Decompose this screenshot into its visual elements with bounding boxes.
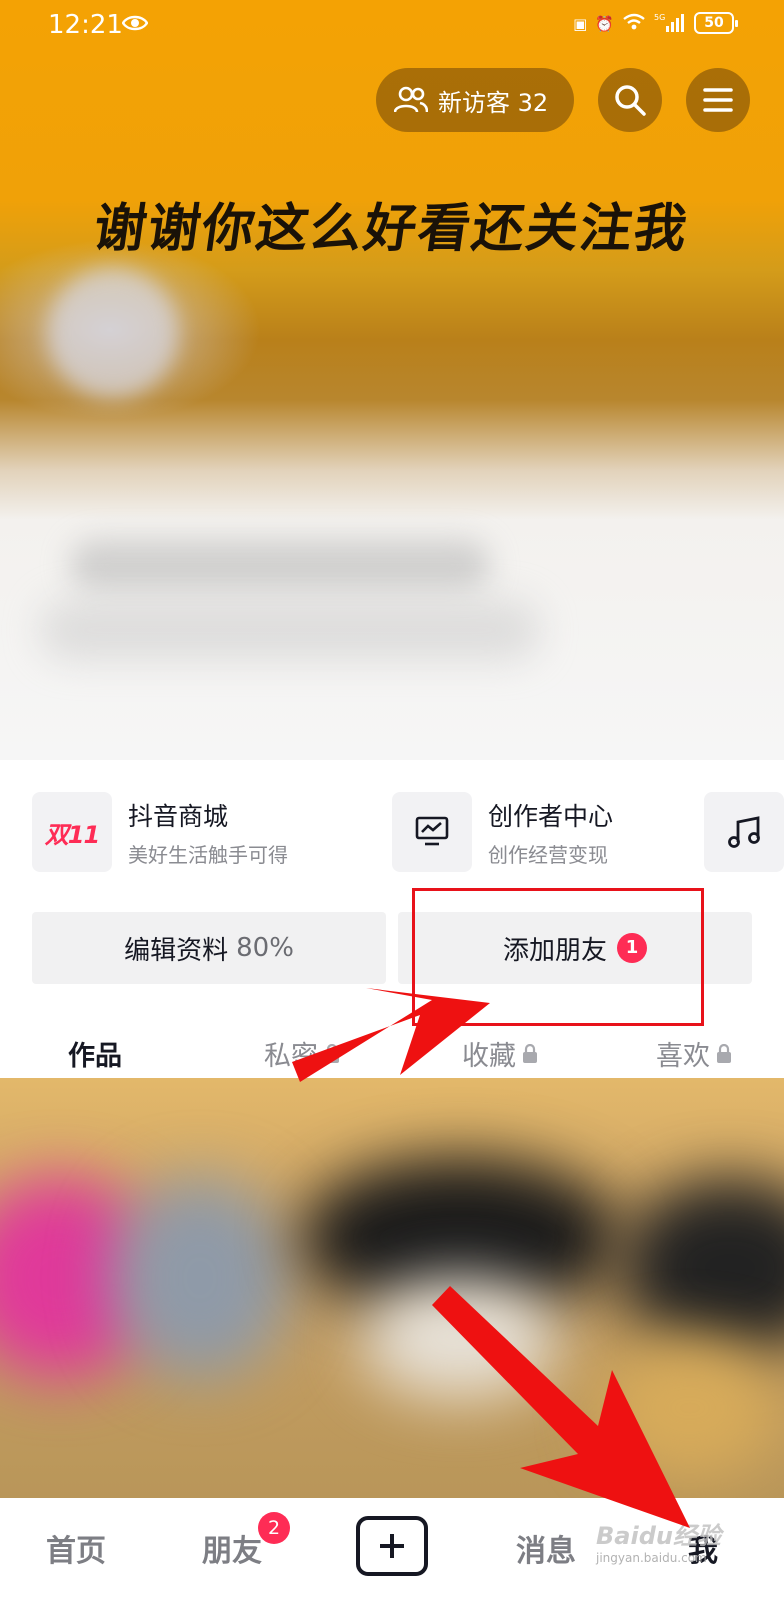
friends-badge: 2 bbox=[258, 1512, 290, 1544]
profile-tabs: 作品 私密 收藏 喜欢 bbox=[0, 1026, 784, 1080]
wifi-icon bbox=[622, 13, 646, 35]
tab-label: 喜欢 bbox=[656, 1041, 710, 1072]
tab-works[interactable]: 作品 bbox=[68, 1034, 122, 1073]
nav-messages[interactable]: 消息 bbox=[516, 1526, 576, 1570]
tab-likes[interactable]: 喜欢 bbox=[656, 1034, 732, 1073]
profile-header: 12:21 ▣ ⏰ 5G 50 新访客 32 谢谢你这么好看还关注我 bbox=[0, 0, 784, 760]
works-grid-blurred[interactable] bbox=[0, 1078, 784, 1498]
tab-label: 收藏 bbox=[462, 1041, 516, 1072]
nav-home[interactable]: 首页 bbox=[46, 1526, 106, 1570]
profile-bio-blurred bbox=[40, 600, 540, 660]
eye-icon bbox=[122, 15, 148, 31]
tab-private[interactable]: 私密 bbox=[264, 1034, 340, 1073]
shortcut-creator-center[interactable]: 创作者中心 创作经营变现 bbox=[392, 792, 613, 872]
shortcut-music[interactable] bbox=[704, 792, 784, 872]
edit-profile-label: 编辑资料 bbox=[124, 935, 229, 966]
battery-icon: 50 bbox=[694, 12, 738, 34]
shortcut-title: 创作者中心 bbox=[488, 801, 614, 831]
watermark-brand: Baidu经验 bbox=[596, 1522, 721, 1550]
visitor-label: 新访客 32 bbox=[438, 88, 549, 117]
search-button[interactable] bbox=[598, 68, 662, 132]
status-time: 12:21 bbox=[48, 10, 123, 40]
shortcut-title: 抖音商城 bbox=[128, 801, 229, 831]
signal-icon: 5G bbox=[654, 12, 684, 36]
visitors-icon bbox=[394, 86, 428, 113]
avatar[interactable] bbox=[48, 268, 178, 398]
hamburger-icon bbox=[703, 88, 733, 112]
shortcut-douyin-mall[interactable]: 双11 抖音商城 美好生活触手可得 bbox=[32, 792, 288, 872]
alarm-icon: ⏰ bbox=[595, 15, 614, 33]
annotation-highlight-box bbox=[412, 888, 704, 1026]
profile-info-blurred bbox=[70, 540, 490, 590]
svg-text:5G: 5G bbox=[654, 13, 665, 22]
plus-icon bbox=[380, 1534, 404, 1558]
tab-label: 私密 bbox=[264, 1041, 318, 1072]
new-visitors-button[interactable]: 新访客 32 bbox=[376, 68, 574, 132]
nfc-icon: ▣ bbox=[573, 15, 588, 33]
menu-button[interactable] bbox=[686, 68, 750, 132]
shortcut-subtitle: 创作经营变现 bbox=[488, 842, 608, 867]
baidu-watermark: Baidu经验 jingyan.baidu.com bbox=[596, 1516, 721, 1565]
music-note-icon bbox=[704, 792, 784, 872]
profile-completion: 80% bbox=[236, 933, 294, 963]
lock-icon bbox=[523, 1043, 537, 1063]
lock-icon bbox=[717, 1043, 731, 1063]
edit-profile-button[interactable]: 编辑资料 80% bbox=[32, 912, 386, 984]
shortcuts-row: 双11 抖音商城 美好生活触手可得 创作者中心 创作经营变现 bbox=[0, 774, 784, 874]
monitor-chart-icon bbox=[392, 792, 472, 872]
shortcut-subtitle: 美好生活触手可得 bbox=[128, 842, 288, 867]
tab-favorites[interactable]: 收藏 bbox=[462, 1034, 538, 1073]
status-bar: 12:21 ▣ ⏰ 5G 50 bbox=[0, 0, 784, 48]
watermark-url: jingyan.baidu.com bbox=[596, 1551, 707, 1565]
banner-text: 谢谢你这么好看还关注我 bbox=[89, 199, 693, 259]
status-icons: ▣ ⏰ 5G bbox=[573, 12, 684, 36]
double11-icon: 双11 bbox=[32, 792, 112, 872]
create-button[interactable] bbox=[356, 1516, 428, 1576]
double11-text: 双11 bbox=[44, 820, 100, 849]
search-icon bbox=[615, 85, 646, 116]
nav-friends[interactable]: 朋友 bbox=[202, 1526, 262, 1570]
lock-icon bbox=[325, 1043, 339, 1063]
tab-label: 作品 bbox=[68, 1041, 122, 1072]
